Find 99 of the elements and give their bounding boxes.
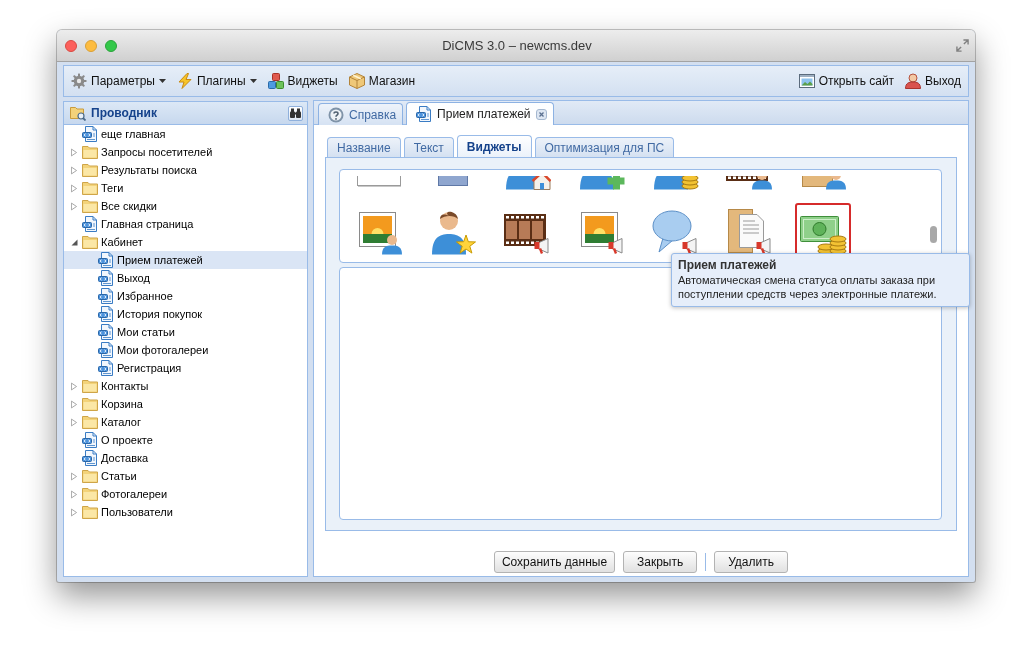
expand-arrow-icon[interactable] — [71, 381, 77, 391]
tree-item[interactable]: О проекте — [64, 431, 307, 449]
sidebar-title: Проводник — [91, 106, 158, 120]
folder-icon — [82, 397, 98, 411]
tree-item[interactable]: История покупок — [64, 305, 307, 323]
tree-item[interactable]: Выход — [64, 269, 307, 287]
folder-icon — [82, 163, 98, 177]
save-button[interactable]: Сохранить данные — [493, 551, 616, 573]
gear-icon — [71, 73, 87, 89]
tree-item[interactable]: Теги — [64, 179, 307, 197]
window-close-icon[interactable] — [65, 39, 77, 52]
page-icon — [98, 324, 114, 340]
tree-item[interactable]: Каталог — [64, 413, 307, 431]
cubes-icon — [267, 73, 284, 89]
page-icon — [416, 106, 433, 122]
tree-item[interactable]: Контакты — [64, 377, 307, 395]
expand-arrow-icon[interactable] — [71, 471, 77, 481]
tab[interactable]: Справка — [318, 103, 404, 125]
tree-item[interactable]: Фотогалереи — [64, 485, 307, 503]
page-icon — [98, 360, 114, 376]
tooltip-text: Автоматическая смена статуса оплаты заказа при поступлении средств через электронные платежи. — [678, 273, 938, 301]
find-button[interactable] — [288, 105, 303, 121]
tree-item[interactable]: Результаты поиска — [64, 161, 307, 179]
tab[interactable]: Виджеты — [456, 135, 532, 158]
tree-item[interactable]: Мои статьи — [64, 323, 307, 341]
binoculars-icon — [290, 108, 301, 118]
tab[interactable]: Текст — [403, 137, 454, 158]
tree-item[interactable]: Главная страница — [64, 215, 307, 233]
settings-menu-button[interactable]: Параметры — [68, 70, 169, 92]
tree-item[interactable]: Мои фотогалереи — [64, 341, 307, 359]
document-megaphone-icon[interactable] — [725, 207, 773, 255]
folder-icon — [82, 469, 98, 483]
page-icon — [82, 216, 98, 232]
folder-icon — [82, 235, 98, 249]
tree-item[interactable]: еще главная — [64, 125, 307, 143]
shop-button[interactable]: Магазин — [345, 70, 419, 92]
page-icon — [98, 288, 114, 304]
widgets-button[interactable]: Виджеты — [264, 70, 341, 92]
page-icon — [98, 270, 114, 286]
delete-button[interactable]: Удалить — [714, 551, 789, 573]
folder-search-icon — [70, 105, 86, 121]
page-icon — [82, 450, 98, 466]
folder-icon — [82, 415, 98, 429]
open-site-button[interactable]: Открыть сайт — [795, 70, 898, 92]
tooltip-title: Прием платежей — [678, 258, 778, 273]
folder-icon — [82, 505, 98, 519]
window-zoom-icon[interactable] — [105, 39, 117, 52]
tree-item[interactable]: Прием платежей — [64, 251, 307, 269]
package-icon — [348, 73, 365, 89]
folder-user-icon[interactable] — [799, 176, 847, 190]
folder-icon — [82, 145, 98, 159]
page-icon — [98, 252, 114, 268]
user-icon — [905, 73, 922, 89]
tree-item[interactable]: Корзина — [64, 395, 307, 413]
tree-item[interactable]: Запросы посетителей — [64, 143, 307, 161]
close-button[interactable]: Закрыть — [623, 551, 698, 573]
fullscreen-icon[interactable] — [956, 39, 969, 52]
page-icon — [82, 432, 98, 448]
sheet-icon[interactable] — [355, 176, 403, 190]
expand-arrow-icon[interactable] — [71, 507, 77, 517]
tree-item[interactable]: Пользователи — [64, 503, 307, 521]
folder-icon — [82, 487, 98, 501]
collapse-arrow-icon[interactable] — [70, 238, 78, 246]
expand-arrow-icon[interactable] — [71, 489, 77, 499]
logout-button[interactable]: Выход — [902, 70, 964, 92]
expand-arrow-icon[interactable] — [71, 147, 77, 157]
folder-icon — [82, 199, 98, 213]
plugins-menu-button[interactable]: Плагины — [173, 70, 260, 92]
expand-arrow-icon[interactable] — [71, 399, 77, 409]
tab[interactable]: Оптимизация для ПС — [534, 137, 675, 158]
tree-item[interactable]: Доставка — [64, 449, 307, 467]
tab[interactable]: Название — [327, 137, 401, 158]
lightning-icon — [176, 73, 193, 89]
folder-icon — [82, 181, 98, 195]
user-house-icon[interactable] — [503, 176, 551, 190]
user-coins-icon[interactable] — [651, 176, 699, 190]
close-icon[interactable] — [535, 108, 547, 120]
tree-item[interactable]: Регистрация — [64, 359, 307, 377]
window-title: DiCMS 3.0 – newcms.dev — [442, 38, 592, 53]
tree-item[interactable]: Статьи — [64, 467, 307, 485]
speech-bubble-megaphone-icon[interactable] — [651, 207, 699, 255]
page-icon — [98, 342, 114, 358]
expand-arrow-icon[interactable] — [71, 183, 77, 193]
tree-item[interactable]: Избранное — [64, 287, 307, 305]
expand-arrow-icon[interactable] — [71, 417, 77, 427]
page-icon — [98, 306, 114, 322]
page-icon — [82, 126, 98, 142]
tab[interactable]: Прием платежей — [406, 102, 554, 125]
tree-item[interactable]: Все скидки — [64, 197, 307, 215]
folder-icon — [82, 379, 98, 393]
tree-item[interactable]: Кабинет — [64, 233, 307, 251]
window-minimize-icon[interactable] — [85, 39, 97, 52]
help-icon — [328, 106, 344, 123]
browser-window-icon — [798, 73, 815, 89]
expand-arrow-icon[interactable] — [71, 201, 77, 211]
expand-arrow-icon[interactable] — [71, 165, 77, 175]
scrollbar-thumb[interactable] — [930, 226, 937, 243]
user-plus-icon[interactable] — [577, 176, 625, 190]
film-user-icon[interactable] — [725, 176, 773, 190]
